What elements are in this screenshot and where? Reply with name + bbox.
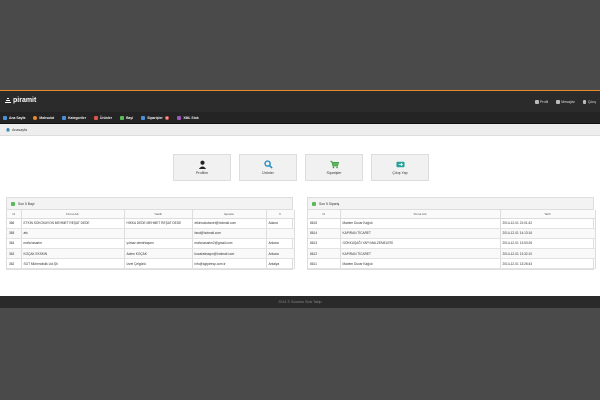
app-logo[interactable]: piramit xyxy=(5,97,36,104)
page-footer: 2014 © Scontos Stok Takip xyxy=(0,296,600,308)
table-row[interactable]: 8614 KAPIRAN TİCARET 2014-12-01 14:13:16 xyxy=(308,228,596,239)
nav-orders[interactable]: Siparişler 5 xyxy=(141,115,170,120)
quick-tiles: Profilim Ürünler Siparişler Çıkış Yap xyxy=(173,154,429,181)
main-content: Anasayfa Profilim Ürünler Siparişler Çık… xyxy=(0,124,600,296)
table-row[interactable]: 8615 Madem Duvar Kağıdı 2014-12-01 21:01:4… xyxy=(308,218,596,229)
table-row[interactable]: 8611 Madem Duvar Kağıdı 2014-12-01 13:26:4… xyxy=(308,258,596,270)
orders-table: Id Firma Adı Tarih 8615 Madem Duvar Kağıd… xyxy=(308,210,596,270)
logout-icon xyxy=(582,100,587,104)
table-row[interactable]: 8612 KAPIRAN TİCARET 2014-12-01 13:32:10 xyxy=(308,248,596,260)
orders-count-badge: 5 xyxy=(164,115,170,120)
nav-xml-stock[interactable]: XML Stok xyxy=(177,115,199,120)
tile-logout[interactable]: Çıkış Yap xyxy=(371,154,429,181)
mail-icon xyxy=(556,100,560,104)
last-dealers-panel: Son 5 Bayi Id Firma Adı Yetkili Eposta İ… xyxy=(6,197,295,271)
breadcrumb-home[interactable]: Anasayfa xyxy=(12,128,27,132)
xml-icon xyxy=(177,115,182,120)
exit-icon xyxy=(395,161,405,168)
cart-icon xyxy=(141,115,146,120)
box-icon xyxy=(94,115,99,120)
nav-home[interactable]: Ana Sayfa xyxy=(3,115,25,120)
table-row[interactable]: 8613 GÖKKUŞAĞI YAPI MALZEMELERİ 2014-12-01… xyxy=(308,238,596,250)
home-icon xyxy=(6,127,10,132)
list-icon xyxy=(312,201,316,206)
logo-text: piramit xyxy=(13,97,37,104)
footer-text: 2014 © Scontos Stok Takip xyxy=(278,300,322,304)
grid-icon xyxy=(62,115,67,120)
nav-mahsulat[interactable]: Mahsulat xyxy=(33,115,54,120)
nav-dealer[interactable]: Bayi xyxy=(120,115,133,120)
panel-header: Son 5 Bayi xyxy=(7,198,292,210)
table-row[interactable]: 362 SGT Mühendislik Ltd.Şti İzzet Çelgünü i… xyxy=(7,258,295,270)
breadcrumb: Anasayfa xyxy=(0,124,600,136)
logo-mark-icon xyxy=(5,98,11,104)
tile-orders[interactable]: Siparişler xyxy=(305,154,363,181)
table-row[interactable]: 364 mafa tasarim yılmaz demirkaşımı mafa.ta… xyxy=(7,238,295,250)
table-header-row: Id Firma Adı Tarih xyxy=(308,210,596,219)
cart-icon xyxy=(329,160,339,169)
logout-link[interactable]: Çıkış xyxy=(582,100,596,104)
table-row[interactable]: 366 ETKİN SOKOKAYON MEHMET REŞAT DEDE HİKK… xyxy=(7,218,295,229)
last-orders-panel: Son 5 Sipariş Id Firma Adı Tarih 8615 Mad… xyxy=(307,197,596,271)
table-row[interactable]: 363 KOÇAK EKSKIN Adem KOÇAK kocakeksayın@ho… xyxy=(7,248,295,260)
messages-link[interactable]: Mesajlar xyxy=(556,100,575,104)
dealers-table: Id Firma Adı Yetkili Eposta İl 366 ETKİN … xyxy=(7,210,295,270)
home-icon xyxy=(3,115,7,120)
top-header: piramit Profil Mesajlar Çıkış xyxy=(0,90,600,112)
dealer-icon xyxy=(120,115,125,120)
user-icon xyxy=(535,100,539,104)
tile-products[interactable]: Ürünler xyxy=(239,154,297,181)
profile-link[interactable]: Profil xyxy=(535,100,548,104)
orange-icon xyxy=(33,115,38,120)
panel-header: Son 5 Sipariş xyxy=(308,198,593,210)
nav-products[interactable]: Ürünler xyxy=(94,115,112,120)
user-icon xyxy=(198,160,206,169)
search-icon xyxy=(263,160,273,169)
table-header-row: Id Firma Adı Yetkili Eposta İl xyxy=(7,210,295,219)
main-nav: Ana Sayfa Mahsulat Kategoriler Ürünler B… xyxy=(0,112,600,124)
tile-profile[interactable]: Profilim xyxy=(173,154,231,181)
list-icon xyxy=(11,201,15,206)
panel-title: Son 5 Bayi xyxy=(18,201,35,206)
nav-categories[interactable]: Kategoriler xyxy=(62,115,86,120)
panel-title: Son 5 Sipariş xyxy=(319,201,340,206)
header-user-menu: Profil Mesajlar Çıkış xyxy=(535,100,596,104)
table-row[interactable]: 365 afs fasd@hotmail.com xyxy=(7,228,295,239)
